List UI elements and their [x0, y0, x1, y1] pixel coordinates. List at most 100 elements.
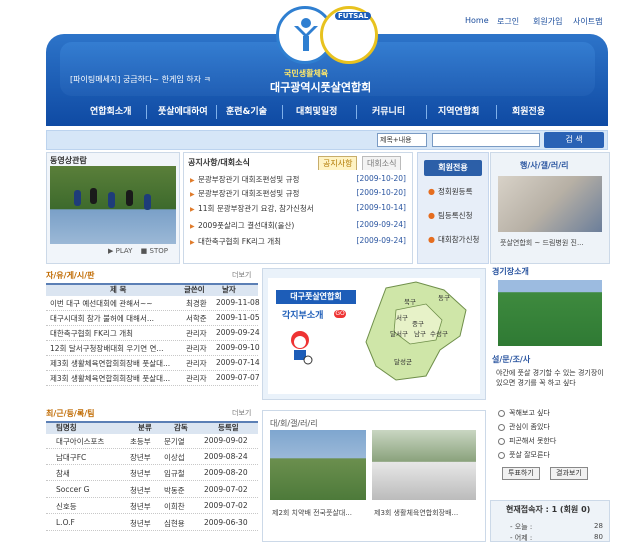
nav-community[interactable]: 커뮤니티	[372, 100, 405, 124]
free-board-row[interactable]: 대한축구협회 FK리그 개최 관리자 2009-09-24	[46, 326, 260, 341]
nav-region[interactable]: 지역연합회	[438, 100, 479, 124]
team-row[interactable]: 신호등 청년부 이희찬 2009-07-02	[46, 499, 258, 514]
nav-schedule[interactable]: 대회및일정	[296, 100, 337, 124]
stadium-title: 경기장소개	[492, 267, 529, 276]
member-title: 회원전용	[424, 160, 482, 176]
nav-about[interactable]: 연합회소개	[90, 100, 131, 124]
go-button[interactable]: GO	[334, 310, 346, 318]
notice-row[interactable]: ▶ 대한축구협회 FK리그 개최 [2009-09-24]	[190, 236, 406, 250]
recent-teams-more-link[interactable]: 더보기	[232, 408, 251, 418]
nav-divider	[146, 105, 147, 119]
search-input[interactable]	[432, 133, 540, 147]
arrow-icon: ●	[428, 211, 435, 220]
join-link[interactable]: 회원가입	[533, 16, 562, 27]
notice-row[interactable]: ▶ 문광부장관기 대회조편성및 규정 [2009-10-20]	[190, 174, 406, 188]
stop-button[interactable]: STOP	[150, 247, 168, 255]
free-board-row[interactable]: 대구시대회 참가 불허에 대해서... 서학준 2009-11-05	[46, 311, 260, 326]
main-nav: 연합회소개 풋살에대하여 훈련&기술 대회및일정 커뮤니티 지역연합회 회원전용	[46, 100, 608, 124]
event-gallery-title: 행/사/갤/러/리	[520, 161, 569, 170]
col-type: 분류	[138, 423, 152, 432]
video-screen[interactable]	[50, 166, 176, 244]
survey-option[interactable]: 피곤해서 못한다	[498, 436, 556, 446]
competition-apply-link[interactable]: ● 대회참가신청	[428, 234, 479, 245]
search-scope-select[interactable]: 제목+내용	[377, 133, 427, 147]
survey-title: 설/문/조/사	[492, 355, 531, 364]
competition-photo-caption[interactable]: 제2회 치약배 전국풋살대...	[272, 508, 352, 518]
survey-option[interactable]: 관심이 좀있다	[498, 422, 550, 432]
brand-title[interactable]: 대구광역시풋살연합회	[270, 79, 371, 95]
tab-notice[interactable]: 공지사항	[318, 156, 358, 170]
play-icon[interactable]: ▶	[108, 247, 113, 255]
radio-icon[interactable]	[498, 409, 505, 417]
tab-competition[interactable]: 대회소식	[362, 156, 402, 170]
fighting-message-ticker[interactable]: [파이팅메세지] 궁금하다~ 한게임 하자 ㅋ	[70, 74, 211, 85]
free-board-row[interactable]: 제3회 생활체육연합회회장배 풋살대... 관리자 2009-07-07	[46, 371, 260, 386]
free-board-row[interactable]: 이번 대구 예선대회에 관해서~~ 최경환 2009-11-08	[46, 296, 260, 311]
district-label[interactable]: 달서구	[390, 328, 408, 338]
vote-button[interactable]: 투표하기	[502, 467, 540, 480]
radio-icon[interactable]	[498, 437, 505, 445]
nav-futsal[interactable]: 풋살에대하여	[158, 100, 208, 124]
home-link[interactable]: Home	[465, 16, 489, 25]
bullet-icon: ▶	[190, 239, 195, 246]
radio-icon[interactable]	[498, 423, 505, 431]
player-figure	[108, 192, 115, 208]
team-register-link[interactable]: ● 팀등록신청	[428, 210, 472, 221]
team-row[interactable]: 남대구FC 장년부 이상섭 2009-08-24	[46, 450, 258, 465]
search-button[interactable]: 검 색	[544, 132, 604, 148]
notice-row[interactable]: ▶ 2009풋살리그 결선대회(울산) [2009-09-24]	[190, 220, 406, 234]
notice-row[interactable]: ▶ 11회 문광부장관기 요강, 참가신청서 [2009-10-14]	[190, 203, 406, 217]
team-row[interactable]: 대구아이스포츠 초등부 문기열 2009-09-02	[46, 434, 258, 449]
free-board-row[interactable]: 12회 달서구청장배대회 우기연 연... 관리자 2009-09-10	[46, 341, 260, 356]
bullet-icon: ▶	[190, 191, 195, 198]
col-title: 제 목	[110, 285, 127, 294]
free-board-more-link[interactable]: 더보기	[232, 270, 251, 280]
bullet-icon: ▶	[190, 223, 195, 230]
district-label[interactable]: 수성구	[430, 328, 448, 338]
member-register-link[interactable]: ● 정회원등록	[428, 186, 472, 197]
competition-photo[interactable]	[372, 430, 476, 500]
stop-icon[interactable]: ■	[141, 247, 148, 255]
radio-icon[interactable]	[498, 451, 505, 459]
nav-members[interactable]: 회원전용	[512, 100, 545, 124]
district-label[interactable]: 서구	[396, 312, 408, 322]
col-author: 글쓴이	[184, 285, 205, 294]
district-label[interactable]: 남구	[414, 328, 426, 338]
player-figure	[144, 194, 151, 210]
result-button[interactable]: 결과보기	[550, 467, 588, 480]
team-row[interactable]: L.O.F 청년부 심현용 2009-06-30	[46, 516, 258, 531]
arrow-icon: ●	[428, 235, 435, 244]
free-board-row[interactable]: 제3회 생활체육연합회회장배 풋살대... 관리자 2009-07-14	[46, 356, 260, 371]
district-label[interactable]: 동구	[438, 292, 450, 302]
team-row[interactable]: 참새 청년부 임규철 2009-08-20	[46, 466, 258, 481]
district-label[interactable]: 달성군	[394, 356, 412, 366]
region-subtitle[interactable]: 각지부소개	[282, 308, 323, 321]
login-link[interactable]: 로그인	[497, 16, 519, 27]
team-row[interactable]: Soccer G 청년부 박동준 2009-07-02	[46, 483, 258, 498]
nav-divider	[356, 105, 357, 119]
district-label[interactable]: 중구	[412, 318, 424, 328]
region-title: 대구풋살연합회	[276, 290, 356, 304]
notice-row[interactable]: ▶ 문광부장관기 대회조편성및 규정 [2009-10-20]	[190, 188, 406, 202]
nav-training[interactable]: 훈련&기술	[226, 100, 267, 124]
event-gallery-photo[interactable]	[498, 176, 602, 232]
visitor-title: 현재접속자 : 1 (회원 0)	[506, 505, 591, 514]
bullet-icon: ▶	[190, 206, 195, 213]
competition-photo[interactable]	[270, 430, 366, 500]
player-figure	[74, 190, 81, 206]
stadium-photo[interactable]	[498, 280, 602, 346]
event-gallery-caption[interactable]: 풋살연합회 ~ 드림병원 진...	[500, 238, 584, 248]
bullet-icon: ▶	[190, 177, 195, 184]
competition-photo-caption[interactable]: 제3회 생활체육연합회장배...	[374, 508, 458, 518]
mascot-icon	[291, 331, 313, 365]
play-button[interactable]: PLAY	[116, 247, 133, 255]
free-board-title: 자/유/게/시/판	[46, 271, 95, 280]
district-label[interactable]: 북구	[404, 296, 416, 306]
survey-option[interactable]: 꼭해보고 싶다	[498, 408, 550, 418]
nav-divider	[216, 105, 217, 119]
competition-gallery-title: 대/회/갤/러/리	[270, 419, 318, 428]
survey-question: 야간에 풋살 경기할 수 있는 경기장이 있으면 경기를 꼭 하고 싶다	[496, 369, 604, 387]
survey-option[interactable]: 풋살 잘모른다	[498, 450, 550, 460]
col-team: 팀명칭	[56, 423, 77, 432]
sitemap-link[interactable]: 사이트맵	[573, 16, 602, 27]
